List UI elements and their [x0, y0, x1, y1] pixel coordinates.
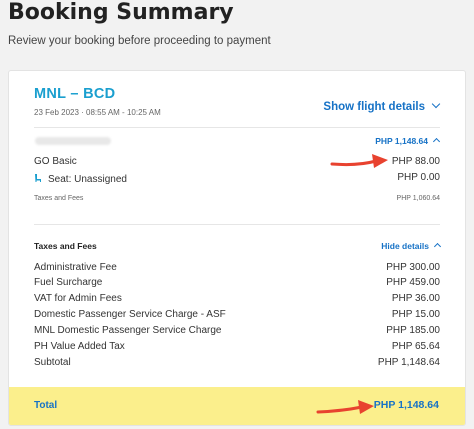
fare-row-taxes: Taxes and Fees PHP 1,060.64 [34, 195, 440, 202]
fare-item-label: GO Basic [34, 156, 77, 167]
tax-item-label: Fuel Surcharge [34, 277, 103, 288]
fare-total-toggle[interactable]: PHP 1,148.64 [375, 136, 441, 146]
fare-item-label: Seat: Unassigned [48, 174, 127, 185]
total-bar: Total PHP 1,148.64 [9, 387, 465, 425]
tax-item-value: PHP 300.00 [386, 262, 440, 273]
tax-item-label: Domestic Passenger Service Charge - ASF [34, 309, 226, 320]
tax-row: MNL Domestic Passenger Service Charge PH… [34, 325, 440, 336]
tax-item-value: PHP 65.64 [391, 341, 440, 352]
tax-item-label: Administrative Fee [34, 262, 117, 273]
divider [34, 127, 440, 128]
passenger-name-redacted [35, 137, 111, 145]
flight-route: MNL – BCD [34, 86, 116, 102]
tax-item-label: PH Value Added Tax [34, 341, 125, 352]
tax-item-value: PHP 1,148.64 [377, 357, 440, 368]
show-flight-details-label: Show flight details [323, 101, 425, 113]
divider [34, 224, 440, 225]
tax-row: Fuel Surcharge PHP 459.00 [34, 277, 440, 288]
chevron-down-icon [431, 99, 441, 109]
annotation-arrow-icon [316, 400, 374, 414]
tax-item-value: PHP 459.00 [386, 277, 440, 288]
tax-item-value: PHP 15.00 [391, 309, 440, 320]
booking-summary-card: MNL – BCD 23 Feb 2023 · 08:55 AM - 10:25… [8, 70, 466, 426]
total-value: PHP 1,148.64 [373, 399, 439, 411]
total-label: Total [34, 400, 58, 411]
seat-icon [35, 174, 41, 182]
tax-row: PH Value Added Tax PHP 65.64 [34, 341, 440, 352]
tax-item-value: PHP 185.00 [386, 325, 440, 336]
fare-item-seat: Seat: Unassigned [34, 172, 127, 185]
chevron-up-icon [432, 137, 441, 146]
page-title: Booking Summary [8, 0, 234, 25]
tax-item-label: Subtotal [34, 357, 71, 368]
hide-details-label: Hide details [381, 241, 429, 251]
annotation-arrow-icon [330, 154, 388, 168]
fare-total-value: PHP 1,148.64 [375, 136, 428, 146]
taxes-heading: Taxes and Fees [34, 241, 97, 251]
fare-item-label: Taxes and Fees [34, 195, 84, 202]
tax-row: Domestic Passenger Service Charge - ASF … [34, 309, 440, 320]
flight-datetime: 23 Feb 2023 · 08:55 AM - 10:25 AM [34, 108, 161, 117]
tax-item-label: VAT for Admin Fees [34, 293, 122, 304]
fare-item-value: PHP 88.00 [391, 156, 440, 167]
show-flight-details-button[interactable]: Show flight details [323, 99, 441, 113]
tax-item-value: PHP 36.00 [391, 293, 440, 304]
tax-row: VAT for Admin Fees PHP 36.00 [34, 293, 440, 304]
fare-item-value: PHP 0.00 [397, 172, 440, 183]
fare-item-value: PHP 1,060.64 [396, 195, 440, 202]
tax-row-subtotal: Subtotal PHP 1,148.64 [34, 357, 440, 368]
taxes-header-row: Taxes and Fees Hide details [34, 241, 442, 251]
tax-item-label: MNL Domestic Passenger Service Charge [34, 325, 222, 336]
page-subtitle: Review your booking before proceeding to… [8, 35, 271, 47]
hide-details-button[interactable]: Hide details [381, 241, 442, 251]
chevron-up-icon [433, 242, 442, 251]
tax-row: Administrative Fee PHP 300.00 [34, 262, 440, 273]
